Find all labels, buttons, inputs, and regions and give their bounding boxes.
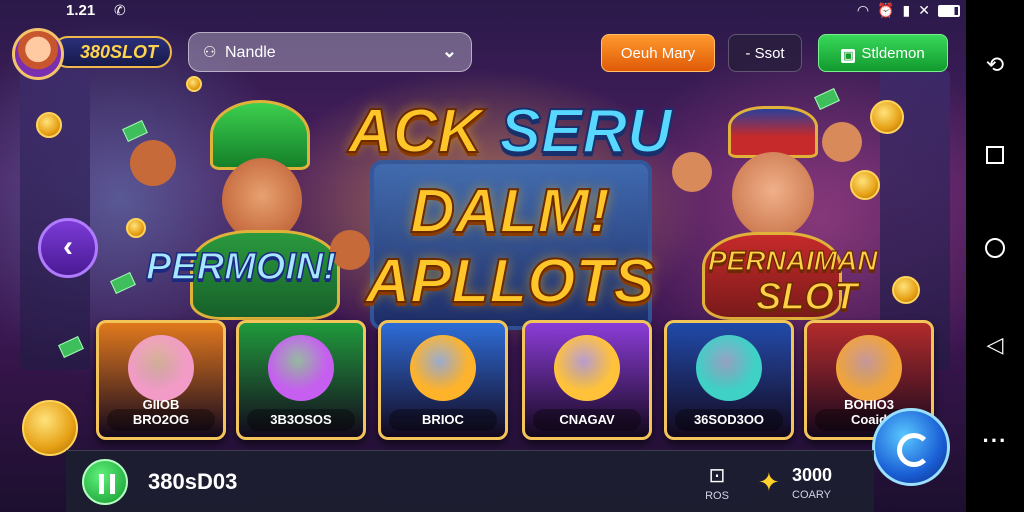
chevron-down-icon: ⌄ [441, 41, 457, 61]
left-promo-label: PERMOIN! [145, 245, 337, 289]
game-card[interactable]: 3B3OSOS [236, 320, 366, 440]
back-icon[interactable]: ◁ [966, 332, 1024, 358]
account-selector-value: Nandle [225, 44, 276, 61]
coin-value: 3000 [792, 465, 833, 485]
bottom-bar: 380sD03 ⊡ ROS ✦ 3000 COARY [66, 450, 874, 512]
user-icon: ⚇ [203, 44, 217, 61]
hero-title-line-3: APLLOTS [364, 246, 655, 317]
alarm-icon: ⏰ [877, 2, 895, 18]
game-card[interactable]: CNAGAV [522, 320, 652, 440]
more-icon[interactable]: ··· [966, 428, 1024, 454]
star-icon: ✦ [758, 467, 780, 497]
app-logo[interactable]: 380SLOT [12, 28, 172, 80]
dark-action-button[interactable]: - Ssot [728, 34, 802, 72]
previous-arrow-button[interactable]: ‹ [38, 218, 98, 278]
hero-title-part-b: SERU [499, 96, 673, 167]
game-card-caption: BRIOC [389, 409, 497, 431]
system-nav-bar: ⟲ ◁ ··· [966, 0, 1024, 512]
game-card[interactable]: 36SOD3OO [664, 320, 794, 440]
recents-icon[interactable] [986, 146, 1004, 164]
game-card-art [128, 335, 194, 401]
status-icons: ◠ ⏰ ▮ ✕ [857, 2, 960, 19]
logo-text: 380SLOT [52, 36, 172, 68]
coin-decoration [22, 400, 78, 456]
status-time: 1.21 [66, 2, 96, 19]
hero-title-line-1: ACK SERU [300, 96, 720, 167]
game-card[interactable]: GIIOB BRO2OG [96, 320, 226, 440]
pause-button[interactable] [82, 459, 128, 505]
image-icon: ▣ [841, 49, 856, 63]
hero-title-part-a: ACK [347, 96, 500, 167]
coin-label: COARY [792, 489, 831, 501]
signal-icon: ▮ [902, 2, 911, 18]
avatar[interactable] [12, 28, 64, 80]
gift-button[interactable]: ⊡ ROS [702, 463, 732, 502]
game-card-art [696, 335, 762, 401]
refresh-icon [897, 433, 931, 467]
coin-decoration [892, 276, 920, 304]
hero-title-line-2: DALM! [409, 176, 611, 247]
right-promo-label-2: SLOT [755, 275, 858, 319]
battery-icon [938, 5, 960, 17]
game-card-caption: CNAGAV [533, 409, 641, 431]
whatsapp-icon: ✆ [114, 2, 126, 18]
spin-button[interactable] [872, 408, 950, 486]
gift-label: ROS [705, 490, 729, 502]
status-bar: 1.21 ✆ ◠ ⏰ ▮ ✕ [0, 0, 966, 24]
orange-action-button[interactable]: Oeuh Mary [601, 34, 715, 72]
game-card-caption: 36SOD3OO [675, 409, 783, 431]
game-lobby: 1.21 ✆ ◠ ⏰ ▮ ✕ 380SLOT ⚇ Nandle ⌄ Oeuh M… [0, 0, 966, 512]
game-card-art [268, 335, 334, 401]
game-card-caption: BRO2OG [107, 409, 215, 431]
wifi-icon: ◠ [856, 2, 870, 18]
volume-off-icon: ✕ [918, 2, 930, 18]
pause-icon [99, 474, 115, 494]
account-selector[interactable]: ⚇ Nandle ⌄ [188, 32, 472, 72]
rotate-icon[interactable]: ⟲ [966, 52, 1024, 78]
right-promo-label-1: PERNAIMAN [707, 244, 878, 276]
coin-decoration [186, 76, 202, 92]
game-card-art [554, 335, 620, 401]
coin-decoration [870, 100, 904, 134]
game-card-caption: 3B3OSOS [247, 409, 355, 431]
coin-decoration [36, 112, 62, 138]
green-action-label: Stldemon [861, 45, 925, 62]
game-card-art [836, 335, 902, 401]
balance-value: 380sD03 [148, 469, 238, 494]
green-action-button[interactable]: ▣ Stldemon [818, 34, 948, 72]
gift-icon: ⊡ [708, 465, 726, 487]
home-icon[interactable] [985, 238, 1005, 258]
game-card-art [410, 335, 476, 401]
game-card[interactable]: BRIOC [378, 320, 508, 440]
